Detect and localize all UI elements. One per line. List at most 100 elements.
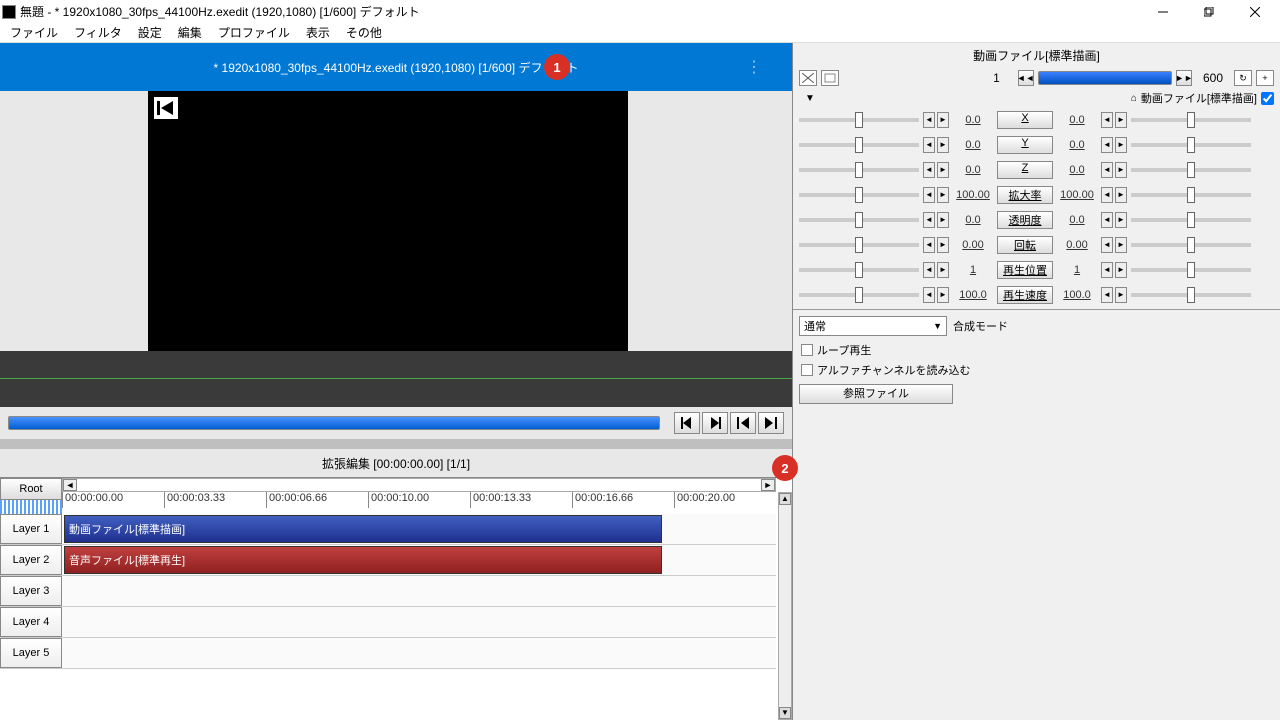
menu-edit[interactable]: 編集 — [170, 22, 210, 43]
param-slider-right[interactable] — [1131, 218, 1251, 222]
param-slider-left[interactable] — [799, 268, 919, 272]
param-name-button[interactable]: 再生位置 — [997, 261, 1053, 279]
param-value-right[interactable]: 100.00 — [1055, 189, 1099, 201]
cut-end-icon[interactable] — [821, 70, 839, 86]
menu-file[interactable]: ファイル — [2, 22, 66, 43]
frame-last-button[interactable]: ►► — [1176, 70, 1192, 86]
layer-label[interactable]: Layer 4 — [0, 607, 62, 637]
layer-track[interactable] — [62, 576, 776, 606]
dec-button[interactable]: ◄ — [923, 162, 935, 178]
inc-button[interactable]: ► — [1115, 237, 1127, 253]
param-value-right[interactable]: 0.0 — [1055, 164, 1099, 176]
dec-button[interactable]: ◄ — [1101, 112, 1113, 128]
param-slider-right[interactable] — [1131, 143, 1251, 147]
dec-button[interactable]: ◄ — [923, 137, 935, 153]
param-value-right[interactable]: 0.00 — [1055, 239, 1099, 251]
rewind-icon[interactable] — [154, 97, 178, 119]
blend-mode-select[interactable]: 通常 ▼ — [799, 316, 947, 336]
kebab-icon[interactable]: ⋮ — [746, 57, 762, 77]
dec-button[interactable]: ◄ — [923, 287, 935, 303]
menu-filter[interactable]: フィルタ — [66, 22, 130, 43]
param-name-button[interactable]: 透明度 — [997, 211, 1053, 229]
param-value-left[interactable]: 1 — [951, 264, 995, 276]
param-value-left[interactable]: 0.0 — [951, 164, 995, 176]
layer-label[interactable]: Layer 3 — [0, 576, 62, 606]
reference-file-button[interactable]: 参照ファイル — [799, 384, 953, 404]
param-value-right[interactable]: 0.0 — [1055, 214, 1099, 226]
inc-button[interactable]: ► — [937, 162, 949, 178]
inc-button[interactable]: ► — [937, 212, 949, 228]
dec-button[interactable]: ◄ — [1101, 187, 1113, 203]
dec-button[interactable]: ◄ — [923, 112, 935, 128]
dec-button[interactable]: ◄ — [1101, 137, 1113, 153]
inc-button[interactable]: ► — [937, 187, 949, 203]
param-name-button[interactable]: 拡大率 — [997, 186, 1053, 204]
dec-button[interactable]: ◄ — [1101, 212, 1113, 228]
param-slider-left[interactable] — [799, 243, 919, 247]
goto-start-button[interactable] — [730, 412, 756, 434]
layer-label[interactable]: Layer 1 — [0, 514, 62, 544]
alpha-channel-check[interactable]: アルファチャンネルを読み込む — [793, 360, 1280, 380]
param-slider-right[interactable] — [1131, 168, 1251, 172]
frame-slider[interactable] — [1038, 71, 1173, 85]
layer-label[interactable]: Layer 2 — [0, 545, 62, 575]
next-frame-button[interactable] — [702, 412, 728, 434]
param-slider-left[interactable] — [799, 168, 919, 172]
dec-button[interactable]: ◄ — [1101, 287, 1113, 303]
frame-first-button[interactable]: ◄◄ — [1018, 70, 1034, 86]
inc-button[interactable]: ► — [937, 262, 949, 278]
dec-button[interactable]: ◄ — [1101, 262, 1113, 278]
param-name-button[interactable]: X — [997, 111, 1053, 129]
video-clip[interactable]: 動画ファイル[標準描画] — [64, 515, 662, 543]
param-value-right[interactable]: 100.0 — [1055, 289, 1099, 301]
param-name-button[interactable]: Z — [997, 161, 1053, 179]
param-slider-right[interactable] — [1131, 293, 1251, 297]
menu-settings[interactable]: 設定 — [130, 22, 170, 43]
param-slider-left[interactable] — [799, 143, 919, 147]
seek-slider[interactable] — [8, 416, 660, 430]
param-slider-left[interactable] — [799, 293, 919, 297]
layer-track[interactable]: 動画ファイル[標準描画] — [62, 514, 776, 544]
inc-button[interactable]: ► — [937, 112, 949, 128]
param-value-left[interactable]: 0.0 — [951, 114, 995, 126]
menu-profile[interactable]: プロファイル — [210, 22, 298, 43]
dec-button[interactable]: ◄ — [923, 237, 935, 253]
param-value-left[interactable]: 0.0 — [951, 139, 995, 151]
dec-button[interactable]: ◄ — [923, 212, 935, 228]
inc-button[interactable]: ► — [937, 237, 949, 253]
param-name-button[interactable]: Y — [997, 136, 1053, 154]
close-button[interactable] — [1232, 0, 1278, 23]
param-value-right[interactable]: 0.0 — [1055, 139, 1099, 151]
param-slider-left[interactable] — [799, 193, 919, 197]
root-button[interactable]: Root — [0, 478, 62, 500]
dec-button[interactable]: ◄ — [1101, 237, 1113, 253]
enable-checkbox[interactable] — [1261, 92, 1274, 105]
inc-button[interactable]: ► — [1115, 287, 1127, 303]
param-slider-right[interactable] — [1131, 243, 1251, 247]
param-slider-left[interactable] — [799, 218, 919, 222]
cut-start-icon[interactable] — [799, 70, 817, 86]
param-slider-right[interactable] — [1131, 118, 1251, 122]
lock-icon[interactable]: ⌂ — [1131, 93, 1137, 104]
menu-other[interactable]: その他 — [338, 22, 390, 43]
layer-label[interactable]: Layer 5 — [0, 638, 62, 668]
dec-button[interactable]: ◄ — [923, 187, 935, 203]
scroll-left-icon[interactable]: ◄ — [63, 479, 77, 491]
inc-button[interactable]: ► — [1115, 212, 1127, 228]
inc-button[interactable]: ► — [937, 287, 949, 303]
layer-track[interactable] — [62, 638, 776, 668]
add-icon[interactable]: + — [1256, 70, 1274, 86]
layer-track[interactable] — [62, 607, 776, 637]
param-name-button[interactable]: 再生速度 — [997, 286, 1053, 304]
minimize-button[interactable] — [1140, 0, 1186, 23]
loop-icon[interactable]: ↻ — [1234, 70, 1252, 86]
time-ruler[interactable]: 00:00:00.00 00:00:03.33 00:00:06.66 00:0… — [62, 492, 776, 508]
maximize-button[interactable] — [1186, 0, 1232, 23]
param-slider-right[interactable] — [1131, 193, 1251, 197]
menu-view[interactable]: 表示 — [298, 22, 338, 43]
param-value-left[interactable]: 0.00 — [951, 239, 995, 251]
inc-button[interactable]: ► — [1115, 112, 1127, 128]
scroll-up-icon[interactable]: ▲ — [779, 493, 791, 505]
loop-playback-check[interactable]: ループ再生 — [793, 340, 1280, 360]
inc-button[interactable]: ► — [937, 137, 949, 153]
